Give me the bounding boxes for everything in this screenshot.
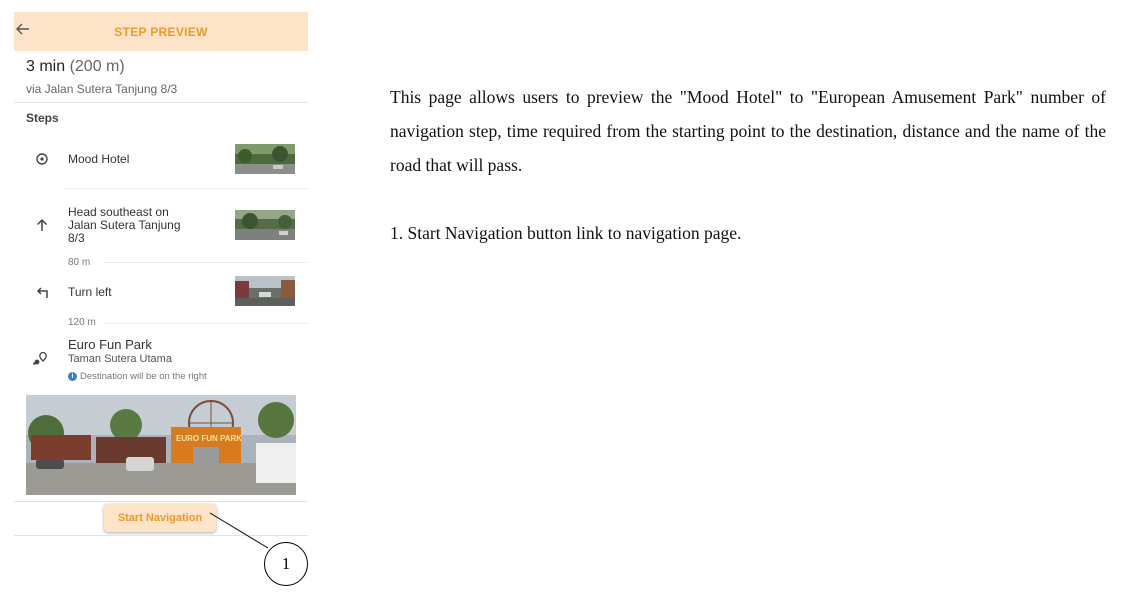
callout-marker: 1: [264, 542, 308, 586]
description-text: This page allows users to preview the "M…: [390, 87, 1106, 175]
note-text: 1. Start Navigation button link to navig…: [390, 223, 742, 243]
